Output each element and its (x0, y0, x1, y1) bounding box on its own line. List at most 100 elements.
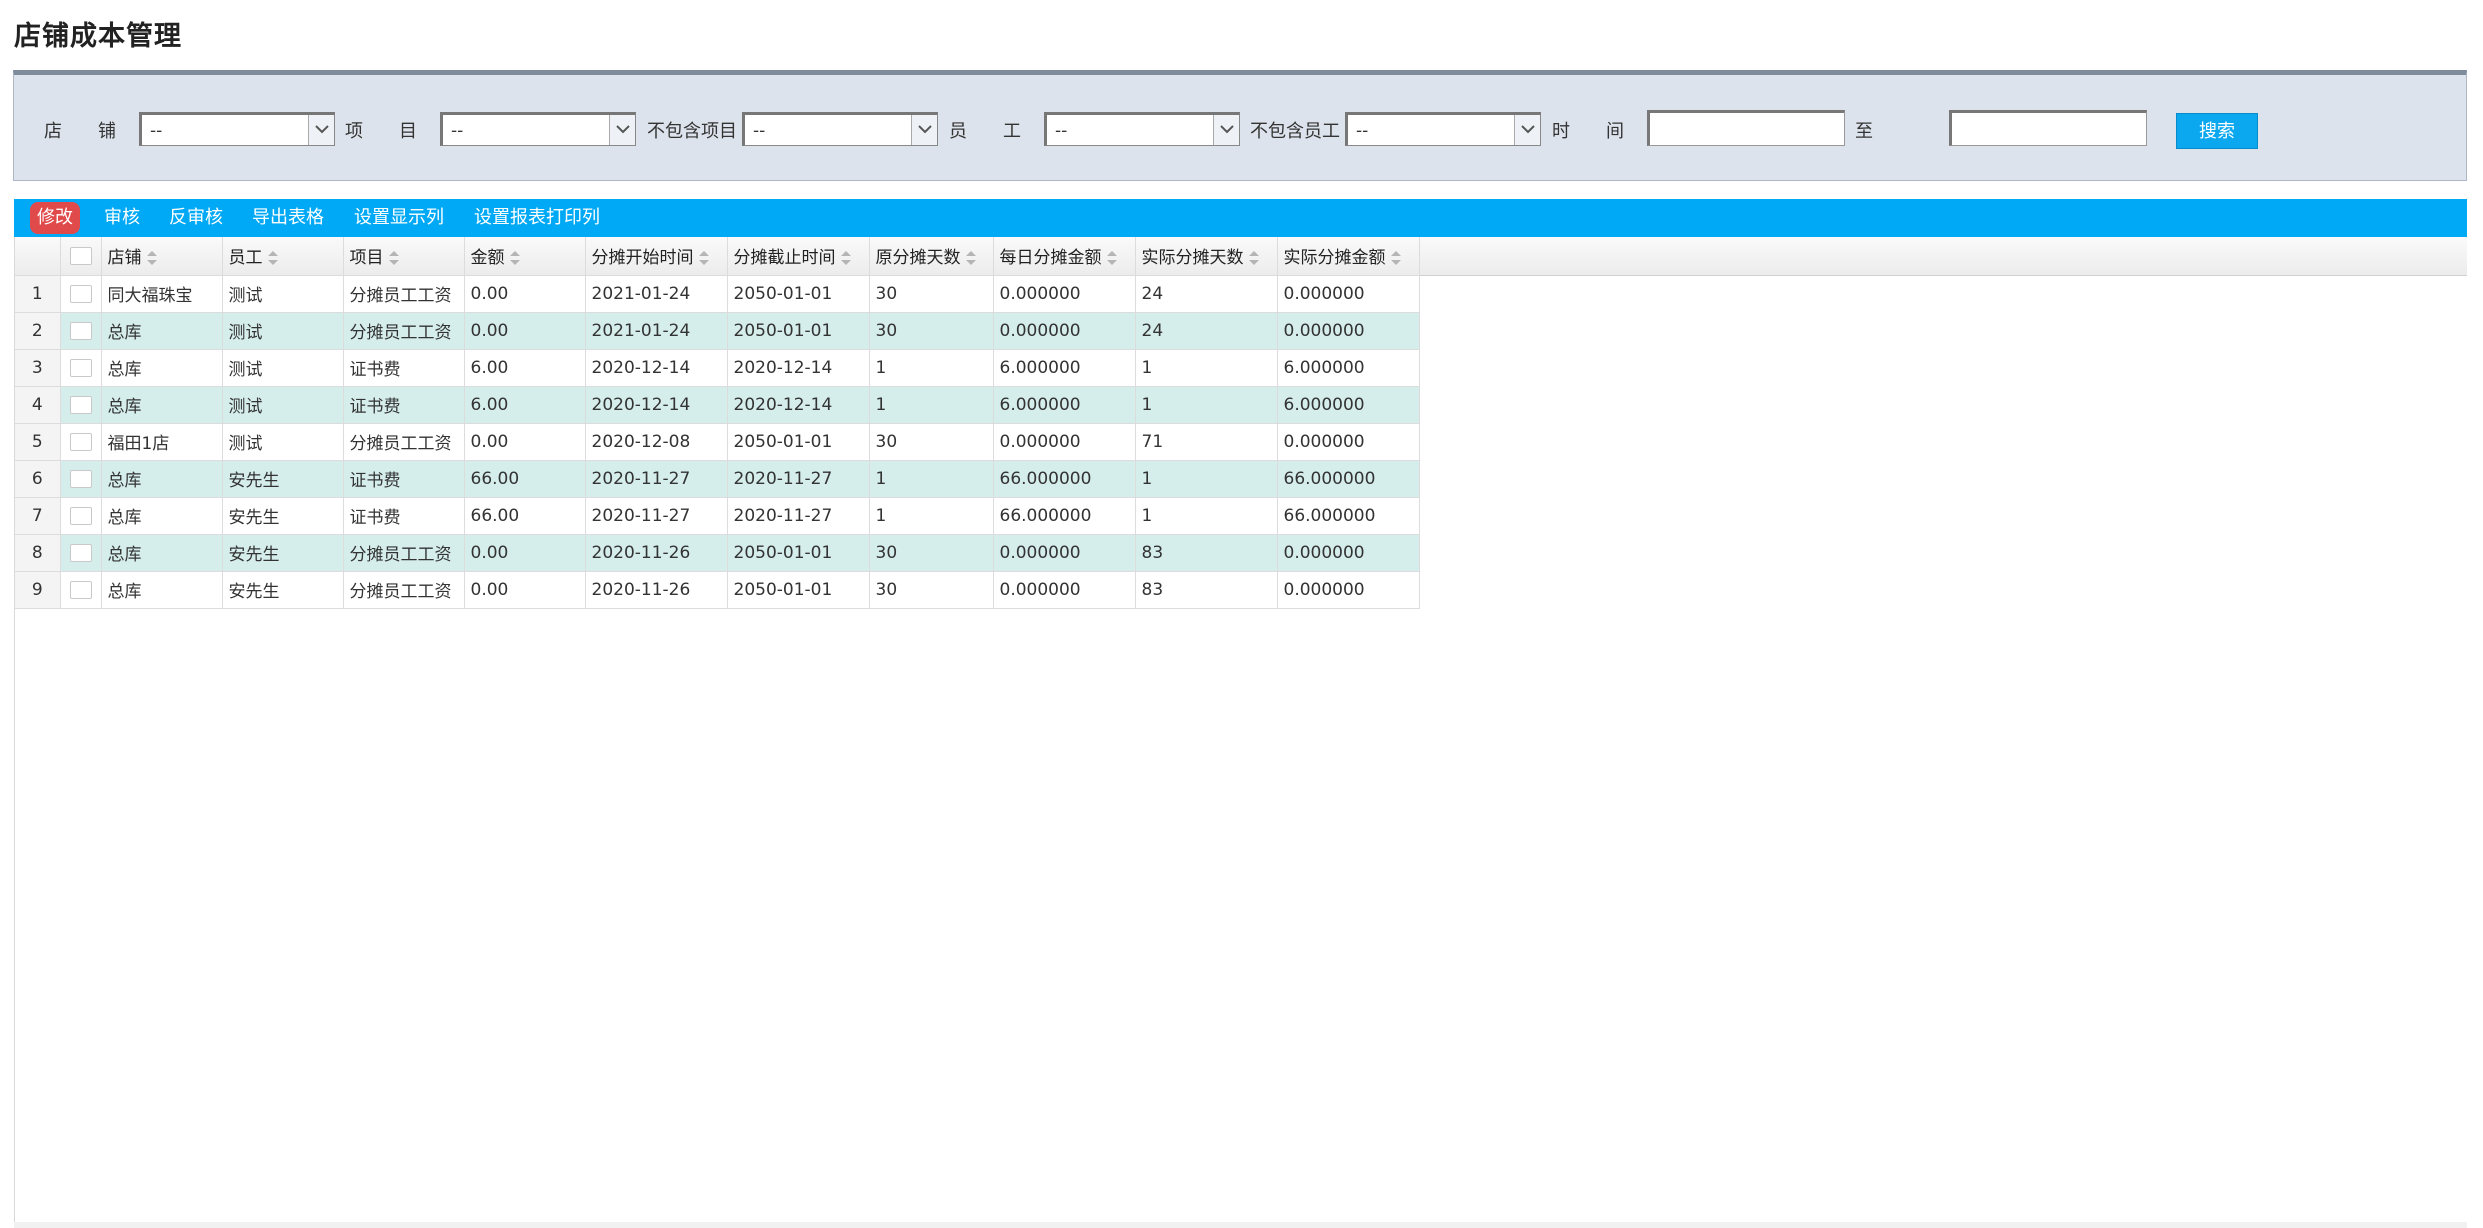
sort-icon[interactable] (840, 250, 852, 266)
set-display-columns-button[interactable]: 设置显示列 (354, 199, 444, 237)
table-cell: 66.00 (464, 497, 586, 535)
chevron-down-icon[interactable] (1213, 115, 1239, 145)
table-row[interactable]: 1 同大福珠宝 测试 分摊员工工资 0.00 2021-01-24 2050-01-01 30… (15, 275, 1420, 313)
col-header-start-time[interactable]: 分摊开始时间 (585, 237, 728, 276)
table-cell: 1 (869, 349, 994, 387)
export-table-button[interactable]: 导出表格 (252, 199, 324, 237)
chevron-down-icon[interactable] (911, 115, 937, 145)
table-cell: 证书费 (343, 497, 465, 535)
table-cell: 2021-01-24 (585, 312, 728, 350)
col-header-daily-amount[interactable]: 每日分摊金额 (993, 237, 1136, 276)
table-cell: 0.00 (464, 534, 586, 572)
row-checkbox[interactable] (69, 284, 92, 303)
sort-icon[interactable] (388, 250, 400, 266)
table-cell: 安先生 (222, 571, 344, 609)
sort-icon[interactable] (1106, 250, 1118, 266)
table-cell: 2020-11-27 (727, 497, 870, 535)
select-all-checkbox[interactable] (69, 246, 92, 265)
chevron-down-icon[interactable] (1514, 115, 1540, 145)
row-checkbox[interactable] (69, 543, 92, 562)
table-row[interactable]: 5 福田1店 测试 分摊员工工资 0.00 2020-12-08 2050-01-01 30 0… (15, 423, 1420, 461)
row-checkbox[interactable] (69, 469, 92, 488)
table-cell: 2020-11-27 (727, 460, 870, 498)
chevron-down-icon[interactable] (308, 115, 334, 145)
row-checkbox-cell (60, 534, 102, 572)
table-row[interactable]: 9 总库 安先生 分摊员工工资 0.00 2020-11-26 2050-01-01 30 0.… (15, 571, 1420, 609)
col-header-employee[interactable]: 员工 (222, 237, 344, 276)
table-cell: 证书费 (343, 460, 465, 498)
col-header-store[interactable]: 店铺 (101, 237, 223, 276)
start-time-input[interactable] (1647, 110, 1845, 146)
sort-icon[interactable] (267, 250, 279, 266)
table-cell: 6.000000 (993, 386, 1136, 424)
table-cell: 分摊员工工资 (343, 534, 465, 572)
row-checkbox[interactable] (69, 506, 92, 525)
sort-icon[interactable] (698, 250, 710, 266)
table-cell: 0.000000 (993, 534, 1136, 572)
chevron-down-icon[interactable] (609, 115, 635, 145)
sort-icon[interactable] (509, 250, 521, 266)
table-cell: 2050-01-01 (727, 275, 870, 313)
edit-button[interactable]: 修改 (30, 202, 80, 234)
set-print-columns-button[interactable]: 设置报表打印列 (474, 199, 600, 237)
table-cell: 0.000000 (1277, 571, 1420, 609)
table-cell: 2020-12-14 (727, 349, 870, 387)
table-row[interactable]: 6 总库 安先生 证书费 66.00 2020-11-27 2020-11-27 1 66.00… (15, 460, 1420, 498)
row-checkbox-cell (60, 349, 102, 387)
exclude-item-select[interactable]: -- (742, 112, 938, 146)
sort-icon[interactable] (965, 250, 977, 266)
col-header-actual-amount[interactable]: 实际分摊金额 (1277, 237, 1420, 276)
table-cell: 66.000000 (993, 460, 1136, 498)
row-checkbox[interactable] (69, 358, 92, 377)
table-cell: 6.00 (464, 386, 586, 424)
row-checkbox[interactable] (69, 321, 92, 340)
table-cell: 2050-01-01 (727, 312, 870, 350)
end-time-input[interactable] (1949, 110, 2147, 146)
table-row[interactable]: 2 总库 测试 分摊员工工资 0.00 2021-01-24 2050-01-01 30 0.0… (15, 312, 1420, 350)
row-checkbox[interactable] (69, 432, 92, 451)
item-select[interactable]: -- (440, 112, 636, 146)
table-cell: 2020-11-26 (585, 571, 728, 609)
sort-icon[interactable] (1390, 250, 1402, 266)
table-row[interactable]: 3 总库 测试 证书费 6.00 2020-12-14 2020-12-14 1 6.00000… (15, 349, 1420, 387)
sort-icon[interactable] (1248, 250, 1260, 266)
row-checkbox[interactable] (69, 395, 92, 414)
col-header-amount[interactable]: 金额 (464, 237, 586, 276)
col-header-item[interactable]: 项目 (343, 237, 465, 276)
table-cell: 0.000000 (1277, 423, 1420, 461)
time-filter-label: 时 间 (1552, 121, 1624, 142)
row-checkbox[interactable] (69, 580, 92, 599)
col-header-original-days[interactable]: 原分摊天数 (869, 237, 994, 276)
row-checkbox-cell (60, 571, 102, 609)
col-header-actual-days[interactable]: 实际分摊天数 (1135, 237, 1278, 276)
table-row[interactable]: 8 总库 安先生 分摊员工工资 0.00 2020-11-26 2050-01-01 30 0.… (15, 534, 1420, 572)
table-cell: 66.00 (464, 460, 586, 498)
table-cell: 总库 (101, 497, 223, 535)
time-range-separator: 至 (1855, 121, 1873, 142)
horizontal-scrollbar[interactable] (14, 1222, 2467, 1228)
row-number: 7 (15, 497, 61, 535)
row-number: 1 (15, 275, 61, 313)
employee-select[interactable]: -- (1044, 112, 1240, 146)
store-select[interactable]: -- (139, 112, 335, 146)
table-cell: 2020-12-14 (585, 386, 728, 424)
table-cell: 24 (1135, 275, 1278, 313)
row-checkbox-cell (60, 312, 102, 350)
table-cell: 0.00 (464, 423, 586, 461)
col-header-end-time[interactable]: 分摊截止时间 (727, 237, 870, 276)
approve-button[interactable]: 审核 (104, 199, 140, 237)
table-cell: 30 (869, 312, 994, 350)
table-row[interactable]: 7 总库 安先生 证书费 66.00 2020-11-27 2020-11-27 1 66.00… (15, 497, 1420, 535)
table-cell: 2020-12-08 (585, 423, 728, 461)
sort-icon[interactable] (146, 250, 158, 266)
unapprove-button[interactable]: 反审核 (169, 199, 223, 237)
table-cell: 30 (869, 534, 994, 572)
table-cell: 安先生 (222, 497, 344, 535)
table-row[interactable]: 4 总库 测试 证书费 6.00 2020-12-14 2020-12-14 1 6.00000… (15, 386, 1420, 424)
table-cell: 0.000000 (1277, 275, 1420, 313)
table-cell: 2020-12-14 (727, 386, 870, 424)
search-button[interactable]: 搜索 (2176, 113, 2258, 149)
page-title: 店铺成本管理 (14, 21, 182, 52)
exclude-employee-select[interactable]: -- (1345, 112, 1541, 146)
table-cell: 0.000000 (1277, 534, 1420, 572)
